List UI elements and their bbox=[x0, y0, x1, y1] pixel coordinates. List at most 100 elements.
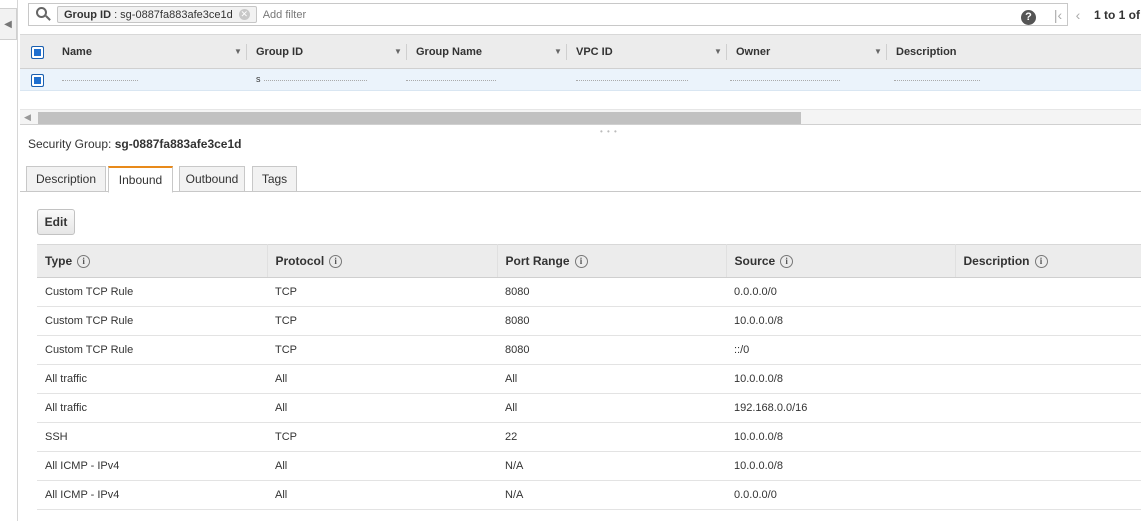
tab-inbound[interactable]: Inbound bbox=[108, 166, 173, 193]
table-row: Custom TCP Rule TCP 8080 ::/0 bbox=[37, 335, 1141, 365]
rule-port-range: 8080 bbox=[497, 277, 726, 307]
filter-token[interactable]: Group ID : sg-0887fa883afe3ce1d ✕ bbox=[57, 6, 257, 23]
search-icon bbox=[35, 6, 51, 23]
collapse-arrow-icon[interactable]: ◀ bbox=[0, 8, 17, 40]
column-header-port-range: Port Range i bbox=[497, 244, 727, 278]
column-header-group-id-label: Group ID bbox=[256, 45, 304, 58]
column-header-group-name[interactable]: Group Name bbox=[416, 35, 482, 68]
column-header-port-range-label: Port Range bbox=[505, 253, 570, 268]
filter-token-value: : sg-0887fa883afe3ce1d bbox=[114, 8, 233, 21]
scroll-left-icon[interactable]: ◀ bbox=[24, 112, 31, 123]
left-panel-collapse-bar: ◀ bbox=[0, 0, 18, 521]
first-page-icon[interactable]: |‹ bbox=[1048, 7, 1068, 23]
rule-port-range: All bbox=[497, 393, 726, 423]
rule-type: Custom TCP Rule bbox=[37, 306, 267, 336]
scrollbar-thumb[interactable] bbox=[38, 112, 801, 124]
column-divider[interactable] bbox=[566, 44, 567, 60]
previous-page-icon[interactable]: ‹ bbox=[1068, 7, 1088, 23]
select-all-checkbox[interactable] bbox=[31, 46, 44, 59]
edit-button[interactable]: Edit bbox=[37, 209, 75, 235]
security-group-title-value: sg-0887fa883afe3ce1d bbox=[114, 137, 242, 151]
rule-source: 0.0.0.0/0 bbox=[726, 277, 955, 307]
rule-description bbox=[955, 393, 1141, 423]
redacted-vpc-id bbox=[576, 75, 688, 81]
row-checkbox[interactable] bbox=[31, 74, 44, 87]
main-panel: Group ID : sg-0887fa883afe3ce1d ✕ ? |‹ ‹… bbox=[20, 0, 1141, 521]
info-icon[interactable]: i bbox=[780, 255, 794, 269]
info-icon[interactable]: i bbox=[329, 255, 343, 269]
rule-source: 0.0.0.0/0 bbox=[726, 480, 955, 510]
rule-port-range: 22 bbox=[497, 422, 726, 452]
column-divider[interactable] bbox=[726, 44, 727, 60]
rule-description bbox=[955, 364, 1141, 394]
info-icon[interactable]: i bbox=[574, 255, 588, 269]
group-id-cell: s bbox=[256, 74, 261, 84]
security-group-title-label: Security Group: bbox=[28, 137, 112, 151]
rule-type: All traffic bbox=[37, 393, 267, 423]
rule-source: ::/0 bbox=[726, 335, 955, 365]
info-icon[interactable]: i bbox=[77, 255, 91, 269]
redacted-description bbox=[894, 75, 980, 81]
rule-protocol: All bbox=[267, 364, 497, 394]
table-row: SSH TCP 22 10.0.0.0/8 bbox=[37, 422, 1141, 452]
redacted-name bbox=[62, 75, 138, 81]
table-row: All ICMP - IPv4 All N/A 10.0.0.0/8 bbox=[37, 451, 1141, 481]
rule-type: All ICMP - IPv4 bbox=[37, 480, 267, 510]
info-icon[interactable]: i bbox=[1034, 255, 1048, 269]
rule-description bbox=[955, 335, 1141, 365]
filter-bar: Group ID : sg-0887fa883afe3ce1d ✕ bbox=[28, 3, 1068, 26]
column-header-description-label: Description bbox=[896, 45, 957, 58]
pagination: |‹ ‹ 1 to 1 of 1 bbox=[1048, 7, 1141, 23]
table-row[interactable]: s bbox=[20, 69, 1141, 91]
column-divider[interactable] bbox=[886, 44, 887, 60]
grid-header: Name ▼ Group ID ▼ Group Name ▼ VPC ID ▼ … bbox=[20, 34, 1141, 69]
column-divider[interactable] bbox=[406, 44, 407, 60]
rule-description bbox=[955, 277, 1141, 307]
rule-source: 192.168.0.0/16 bbox=[726, 393, 955, 423]
redacted-group-name bbox=[406, 75, 496, 81]
inbound-rules-table: Type i Protocol i Port Range i Source i Desc… bbox=[37, 244, 1141, 510]
rule-type: All traffic bbox=[37, 364, 267, 394]
tab-description[interactable]: Description bbox=[26, 166, 106, 192]
column-header-description: Description i bbox=[955, 244, 1141, 278]
rule-protocol: All bbox=[267, 393, 497, 423]
column-header-owner-label: Owner bbox=[736, 45, 771, 58]
rules-header-row: Type i Protocol i Port Range i Source i Desc… bbox=[37, 244, 1141, 278]
rule-source: 10.0.0.0/8 bbox=[726, 364, 955, 394]
page-count: 1 to 1 of 1 bbox=[1094, 8, 1141, 22]
rule-protocol: All bbox=[267, 480, 497, 510]
panel-resize-handle[interactable]: • • • bbox=[600, 127, 618, 136]
detail-tabs: Description Inbound Outbound Tags bbox=[20, 166, 1141, 193]
rule-source: 10.0.0.0/8 bbox=[726, 451, 955, 481]
table-row: All traffic All All 10.0.0.0/8 bbox=[37, 364, 1141, 394]
rule-description bbox=[955, 422, 1141, 452]
column-header-group-id[interactable]: Group ID bbox=[256, 35, 303, 68]
tab-outbound[interactable]: Outbound bbox=[179, 166, 245, 192]
rule-type: SSH bbox=[37, 422, 267, 452]
remove-token-icon[interactable]: ✕ bbox=[238, 9, 250, 20]
rule-port-range: All bbox=[497, 364, 726, 394]
column-header-owner[interactable]: Owner bbox=[736, 35, 770, 68]
filter-input[interactable] bbox=[262, 8, 963, 21]
table-row: All ICMP - IPv4 All N/A 0.0.0.0/0 bbox=[37, 480, 1141, 510]
column-header-type-label: Type bbox=[45, 253, 73, 268]
rule-description bbox=[955, 480, 1141, 510]
filter-token-key: Group ID bbox=[64, 8, 112, 21]
rule-source: 10.0.0.0/8 bbox=[726, 306, 955, 336]
rule-description bbox=[955, 451, 1141, 481]
help-icon[interactable]: ? bbox=[1021, 10, 1036, 25]
rule-source: 10.0.0.0/8 bbox=[726, 422, 955, 452]
column-header-vpc-id[interactable]: VPC ID bbox=[576, 35, 613, 68]
tab-tags[interactable]: Tags bbox=[252, 166, 297, 192]
column-header-description[interactable]: Description bbox=[896, 35, 957, 68]
horizontal-scrollbar[interactable]: ◀ bbox=[20, 109, 1141, 125]
rule-protocol: TCP bbox=[267, 335, 497, 365]
column-header-vpc-id-label: VPC ID bbox=[576, 45, 613, 58]
column-header-name[interactable]: Name bbox=[62, 35, 92, 68]
column-divider[interactable] bbox=[246, 44, 247, 60]
rule-type: Custom TCP Rule bbox=[37, 335, 267, 365]
column-header-rule-description-label: Description bbox=[963, 253, 1030, 268]
rule-protocol: TCP bbox=[267, 277, 497, 307]
redacted-owner bbox=[730, 75, 840, 81]
rule-protocol: TCP bbox=[267, 306, 497, 336]
